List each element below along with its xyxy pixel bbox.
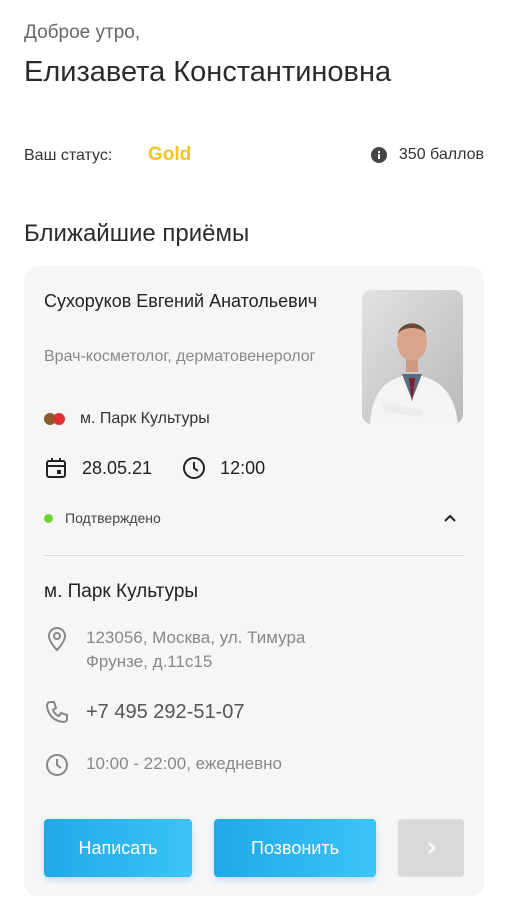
divider: [44, 555, 464, 556]
appointment-date: 28.05.21: [82, 457, 153, 478]
clock-icon: [183, 457, 206, 479]
clinic-phone[interactable]: +7 495 292-51-07: [86, 699, 244, 725]
points-value: 350 баллов: [398, 146, 484, 163]
metro-station: м. Парк Культуры: [80, 410, 210, 427]
status-row: Ваш статус: Gold 350 баллов: [24, 143, 484, 169]
points-display[interactable]: 350 баллов: [370, 146, 484, 164]
appointment-card: Сухоруков Евгений Анатольевич Врач-косме…: [24, 266, 484, 896]
status-value: Gold: [148, 144, 192, 165]
clinic-hours-row: 10:00 - 22:00, ежедневно: [44, 752, 282, 778]
phone-icon: [45, 701, 68, 724]
chevron-right-icon: [428, 842, 436, 854]
clinic-hours: 10:00 - 22:00, ежедневно: [86, 754, 282, 773]
metro-row: м. Парк Культуры: [44, 410, 210, 428]
appointment-time: 12:00: [220, 457, 266, 478]
clinic-name: м. Парк Культуры: [44, 581, 199, 602]
info-icon[interactable]: [370, 147, 387, 163]
clinic-phone-row[interactable]: +7 495 292-51-07: [44, 699, 244, 725]
clinic-address: 123056, Москва, ул. Тимура Фрунзе, д.11с…: [86, 628, 306, 671]
status-label: Ваш статус:: [24, 147, 113, 164]
next-button[interactable]: [398, 819, 464, 877]
appointment-status: Подтверждено: [65, 510, 161, 526]
location-pin-icon: [47, 626, 67, 652]
section-title: Ближайшие приёмы: [24, 220, 250, 247]
clock-icon: [46, 754, 68, 776]
chevron-up-icon[interactable]: [442, 510, 458, 526]
user-name: Елизавета Константиновна: [24, 56, 392, 88]
status-indicator: Подтверждено: [44, 510, 161, 526]
write-button[interactable]: Написать: [44, 819, 192, 877]
calendar-icon: [46, 458, 66, 478]
confirmed-dot-icon: [44, 513, 53, 523]
call-button[interactable]: Позвонить: [214, 819, 376, 877]
greeting: Доброе утро,: [24, 22, 141, 43]
clinic-address-row[interactable]: 123056, Москва, ул. Тимура Фрунзе, д.11с…: [44, 626, 366, 674]
metro-lines-icon: [44, 413, 68, 425]
doctor-name[interactable]: Сухоруков Евгений Анатольевич: [44, 288, 344, 314]
date-time-row: 28.05.21 12:00: [44, 456, 265, 480]
doctor-role: Врач-косметолог, дерматовенеролог: [44, 348, 316, 365]
doctor-photo[interactable]: [362, 290, 463, 424]
